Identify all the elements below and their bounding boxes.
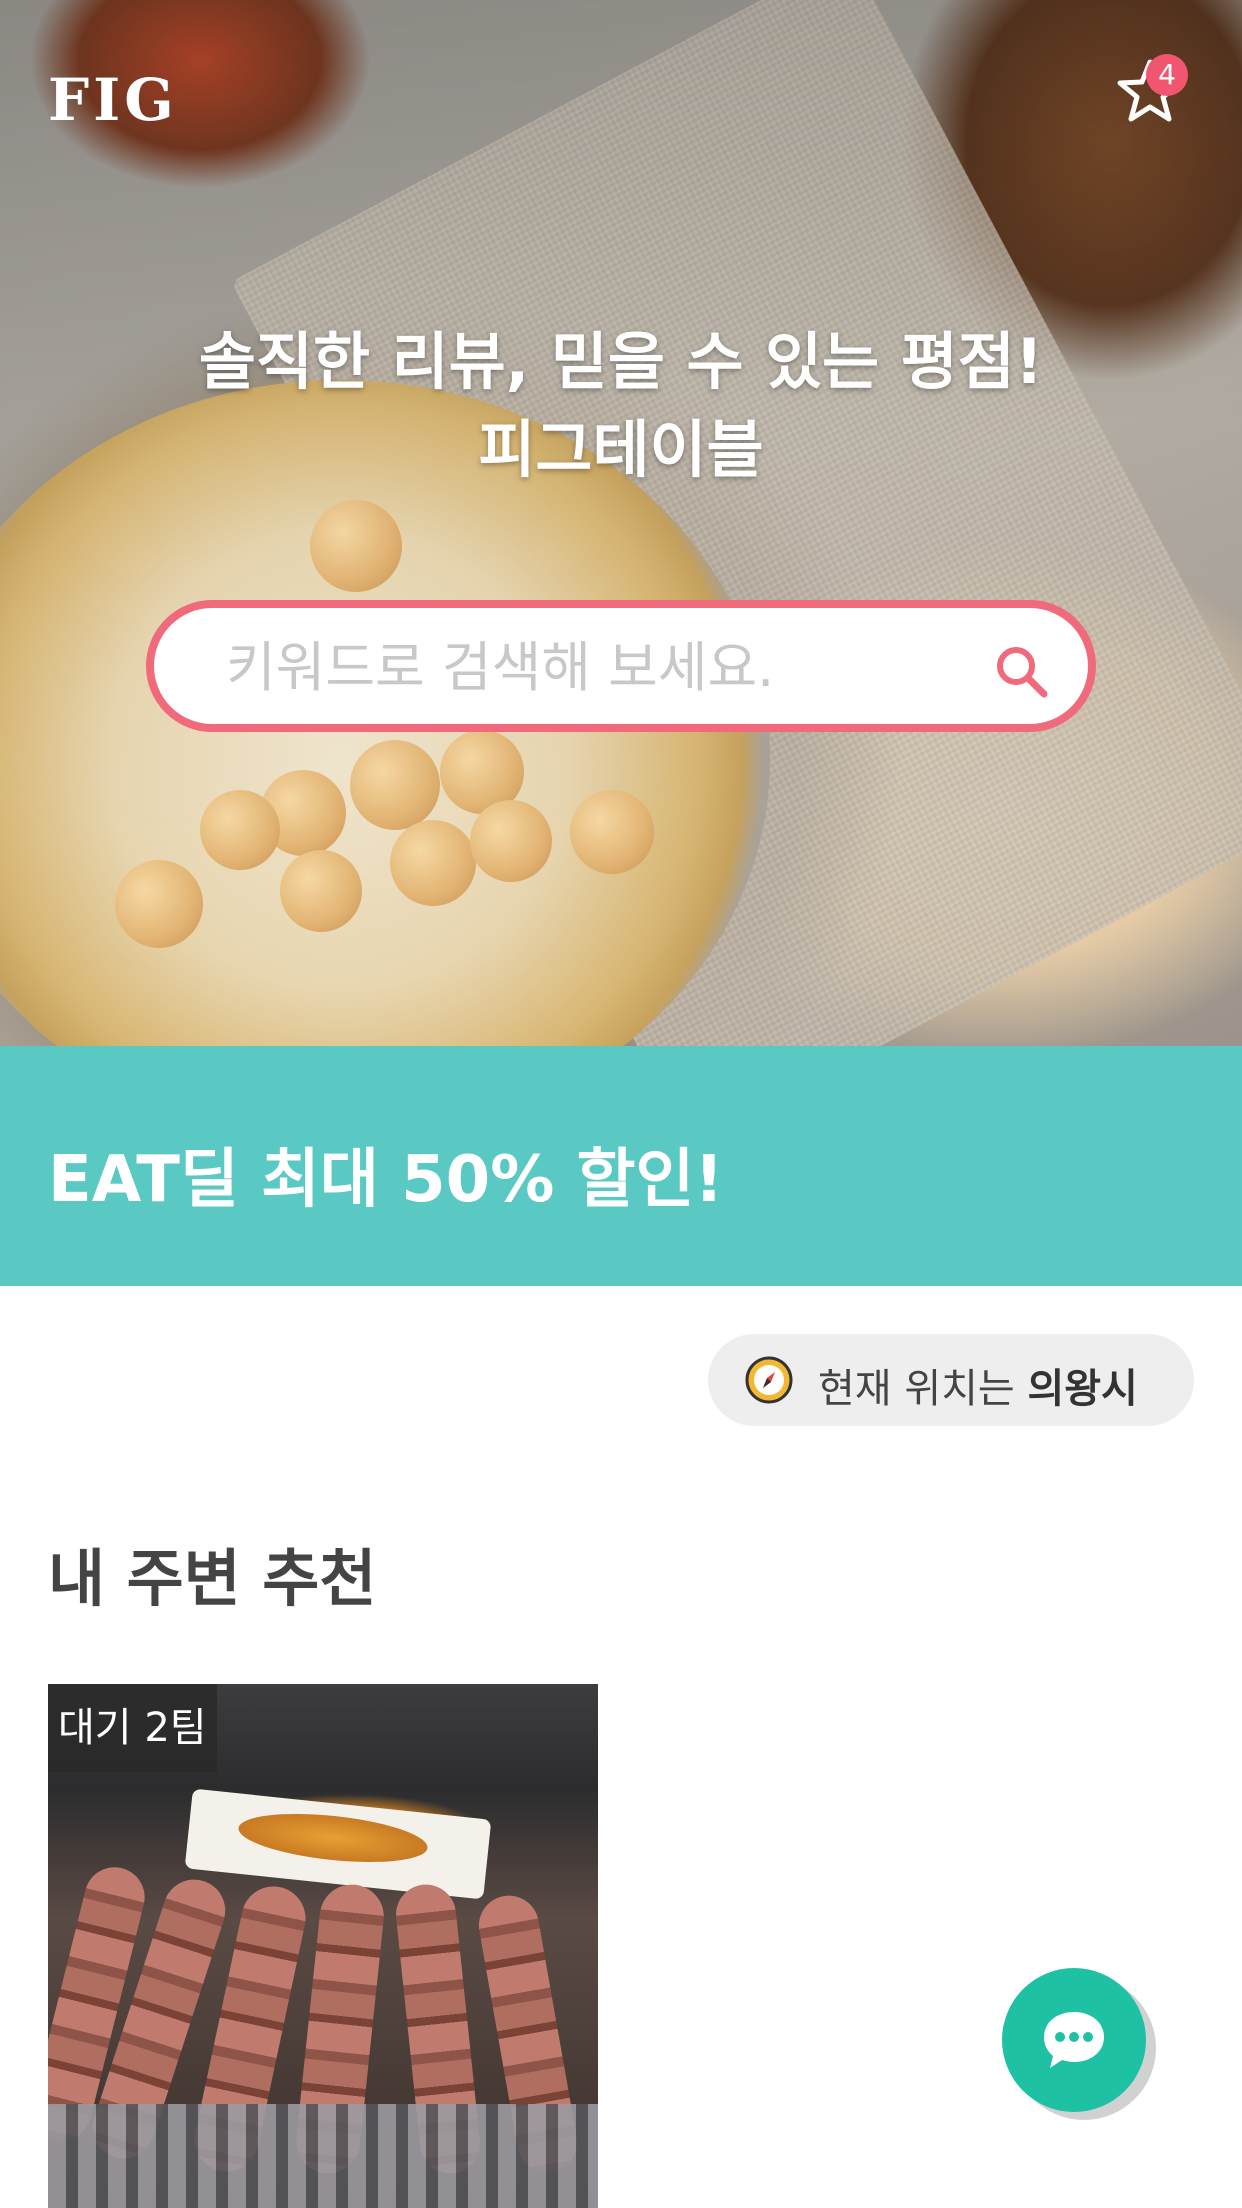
restaurant-card[interactable]: 대기 2팀 — [48, 1684, 598, 2208]
favorites-count-badge: 4 — [1146, 54, 1188, 96]
nearby-section-title: 내 주변 추천 — [48, 1542, 377, 1615]
search-icon[interactable] — [990, 640, 1054, 704]
card-photo-grill — [48, 2104, 598, 2208]
hero-shade — [0, 0, 1242, 1046]
chat-bubble-icon — [1044, 2012, 1104, 2068]
location-prefix: 현재 위치는 — [818, 1366, 1015, 1412]
search-bar — [146, 600, 1096, 732]
hero-headline-line2: 피그테이블 — [478, 413, 764, 486]
hero-headline: 솔직한 리뷰, 믿을 수 있는 평점! 피그테이블 — [0, 318, 1242, 494]
location-text: 현재 위치는 의왕시 — [818, 1356, 1138, 1414]
promo-banner[interactable]: EAT딜 최대 50% 할인! — [0, 1046, 1242, 1286]
chat-button[interactable] — [1002, 1968, 1146, 2112]
promo-text: EAT딜 최대 50% 할인! — [48, 1143, 724, 1217]
wait-badge: 대기 2팀 — [48, 1684, 217, 1772]
hero-headline-line1: 솔직한 리뷰, 믿을 수 있는 평점! — [198, 325, 1044, 398]
search-input[interactable] — [224, 626, 968, 708]
hero-banner — [0, 0, 1242, 1046]
app-logo[interactable]: FIG — [48, 66, 178, 134]
compass-icon — [745, 1356, 793, 1404]
location-pill[interactable]: 현재 위치는 의왕시 — [708, 1334, 1194, 1426]
location-city: 의왕시 — [1027, 1366, 1138, 1412]
